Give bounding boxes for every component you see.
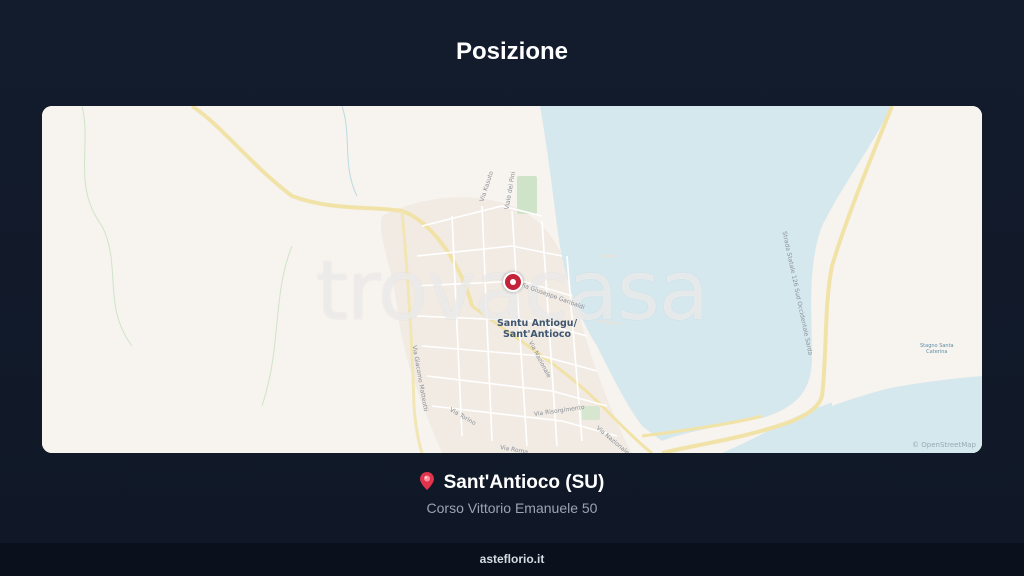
map-container[interactable]: trovacasa Via Kasuto Viale dei Pini Via … xyxy=(42,106,982,453)
page-title: Posizione xyxy=(455,38,569,65)
footer-brand[interactable]: asteflorio.it xyxy=(480,552,545,566)
lagoon-label: Stagno Santa Caterina xyxy=(920,343,954,355)
location-row: Sant'Antioco (SU) xyxy=(0,472,1024,494)
lagoon-label-line2: Caterina xyxy=(926,349,948,355)
pin-icon xyxy=(419,472,434,490)
city-label-line2: Sant'Antioco xyxy=(502,329,572,340)
location-name: Sant'Antioco (SU) xyxy=(443,472,605,493)
location-address: Corso Vittorio Emanuele 50 xyxy=(426,500,598,516)
location-marker-icon[interactable] xyxy=(503,272,523,292)
city-label: Santu Antiogu/ Sant'Antioco xyxy=(490,318,584,340)
footer: asteflorio.it xyxy=(0,543,1024,576)
city-label-line1: Santu Antiogu/ xyxy=(496,318,578,329)
map-attribution[interactable]: © OpenStreetMap xyxy=(912,441,976,449)
